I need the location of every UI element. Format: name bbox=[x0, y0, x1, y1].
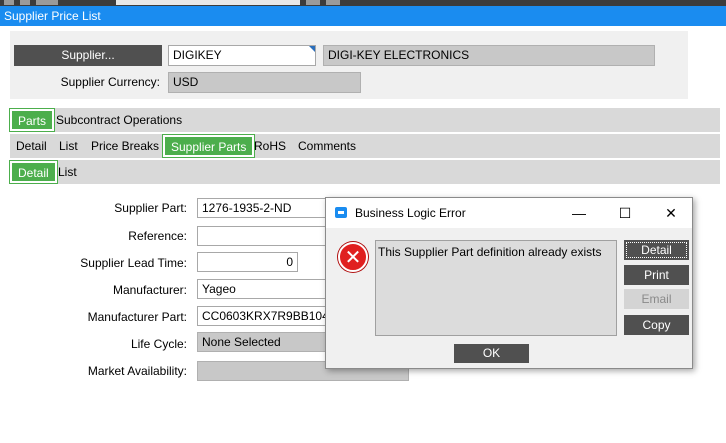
business-logic-error-dialog: Business Logic Error — ☐ ✕ ✕ This Suppli… bbox=[325, 197, 693, 369]
dropdown-corner-icon bbox=[309, 46, 315, 52]
close-icon[interactable]: ✕ bbox=[648, 198, 694, 228]
supplier-parts-tab-bar: Detail List bbox=[9, 160, 720, 184]
market-availability-label: Market Availability: bbox=[87, 364, 187, 378]
error-message: This Supplier Part definition already ex… bbox=[375, 240, 617, 336]
supplier-code-value: DIGIKEY bbox=[173, 48, 222, 62]
tab-list[interactable]: List bbox=[53, 134, 84, 158]
toolbar-icon[interactable] bbox=[20, 0, 30, 5]
tab-supplier-parts[interactable]: Supplier Parts bbox=[161, 134, 256, 158]
manufacturer-part-label: Manufacturer Part: bbox=[87, 310, 187, 324]
dialog-title: Business Logic Error bbox=[355, 206, 466, 220]
supplier-name-field: DIGI-KEY ELECTRONICS bbox=[323, 45, 655, 66]
toolbar-icon[interactable] bbox=[4, 0, 14, 5]
toolbar-icon[interactable] bbox=[326, 0, 340, 5]
app-icon bbox=[335, 207, 347, 218]
life-cycle-label: Life Cycle: bbox=[130, 337, 187, 351]
supplier-part-field[interactable]: 1276-1935-2-ND bbox=[197, 198, 337, 218]
maximize-icon[interactable]: ☐ bbox=[602, 198, 648, 228]
reference-label: Reference: bbox=[128, 229, 187, 243]
lead-time-label: Supplier Lead Time: bbox=[80, 256, 187, 270]
tab-supplier-parts-detail[interactable]: Detail bbox=[9, 160, 58, 184]
email-button: Email bbox=[624, 289, 689, 309]
toolbar-icon[interactable] bbox=[306, 0, 320, 5]
tab-rohs[interactable]: RoHS bbox=[248, 134, 292, 158]
supplier-button[interactable]: Supplier... bbox=[14, 45, 162, 66]
supplier-code-field[interactable]: DIGIKEY bbox=[168, 45, 316, 66]
tab-parts[interactable]: Parts bbox=[8, 108, 56, 132]
manufacturer-label: Manufacturer: bbox=[112, 283, 187, 297]
dialog-titlebar[interactable]: Business Logic Error — ☐ ✕ bbox=[326, 198, 692, 228]
tab-detail[interactable]: Detail bbox=[10, 134, 53, 158]
tab-comments[interactable]: Comments bbox=[292, 134, 362, 158]
minimize-icon[interactable]: — bbox=[556, 198, 602, 228]
tab-supplier-parts-list[interactable]: List bbox=[52, 160, 83, 184]
ok-button[interactable]: OK bbox=[454, 344, 529, 363]
reference-field[interactable] bbox=[197, 226, 337, 246]
header-panel: Supplier... DIGIKEY DIGI-KEY ELECTRONICS… bbox=[10, 31, 688, 99]
life-cycle-select[interactable]: None Selected bbox=[197, 332, 337, 352]
supplier-part-label: Supplier Part: bbox=[114, 201, 187, 215]
currency-label: Supplier Currency: bbox=[60, 75, 160, 89]
lead-time-field[interactable]: 0 bbox=[197, 252, 298, 272]
error-icon: ✕ bbox=[338, 242, 368, 272]
copy-button[interactable]: Copy bbox=[624, 315, 689, 335]
detail-button[interactable]: Detail bbox=[624, 240, 689, 260]
tab-price-breaks[interactable]: Price Breaks bbox=[85, 134, 165, 158]
currency-field: USD bbox=[168, 72, 361, 93]
print-button[interactable]: Print bbox=[624, 265, 689, 285]
tab-subcontract-operations[interactable]: Subcontract Operations bbox=[50, 108, 188, 132]
manufacturer-field[interactable]: Yageo bbox=[197, 279, 337, 299]
window-title: Supplier Price List bbox=[0, 6, 726, 26]
toolbar-search-input[interactable] bbox=[116, 0, 300, 5]
manufacturer-part-field[interactable]: CC0603KRX7R9BB104 bbox=[197, 306, 337, 326]
main-tab-bar: Parts Subcontract Operations bbox=[8, 108, 720, 132]
parts-tab-bar: Detail List Price Breaks Supplier Parts … bbox=[10, 134, 720, 158]
toolbar-icon[interactable] bbox=[36, 0, 58, 5]
